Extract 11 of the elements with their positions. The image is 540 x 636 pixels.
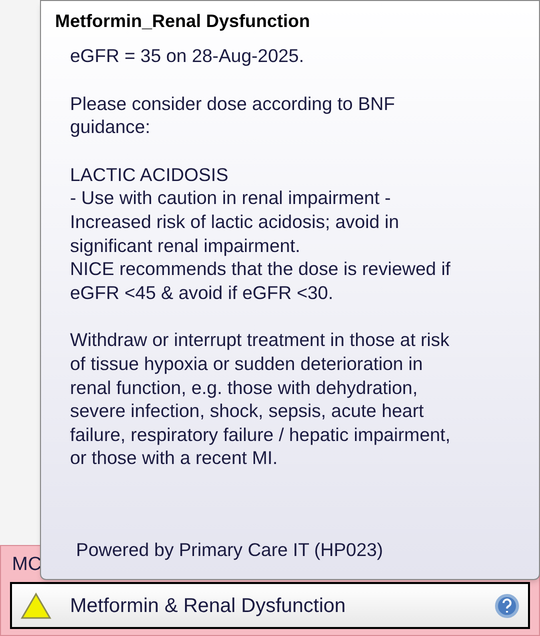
alert-text: Metformin & Renal Dysfunction <box>70 594 347 618</box>
warning-icon <box>20 592 52 620</box>
tooltip-paragraph: LACTIC ACIDOSIS - Use with caution in renal impairment - Increased risk of lactic acidosis; avoid in significant renal impairment. NICE recommends that the dose is reviewed if eGFR <45 & avoid if eGFR <30. <box>70 162 452 304</box>
tooltip-paragraph: Withdraw or interrupt treatment in those at risk of tissue hypoxia or sudden deterioration in renal function, e.g. those with dehydration, severe infection, shock, sepsis, acute heart failure, respiratory failure / hepatic impairment, or those with a recent MI. <box>70 328 452 470</box>
help-icon[interactable] <box>494 592 520 618</box>
tooltip-paragraph: eGFR = 35 on 28-Aug-2025. <box>70 44 305 68</box>
tooltip-footer: Powered by Primary Care IT (HP023) <box>55 536 539 564</box>
alert-row[interactable]: Metformin & Renal Dysfunction <box>10 582 530 629</box>
panel-label: MC <box>12 554 43 576</box>
tooltip-title: Metformin_Renal Dysfunction <box>55 10 312 33</box>
tooltip-paragraph: Please consider dose according to BNF guidance: <box>70 92 396 139</box>
